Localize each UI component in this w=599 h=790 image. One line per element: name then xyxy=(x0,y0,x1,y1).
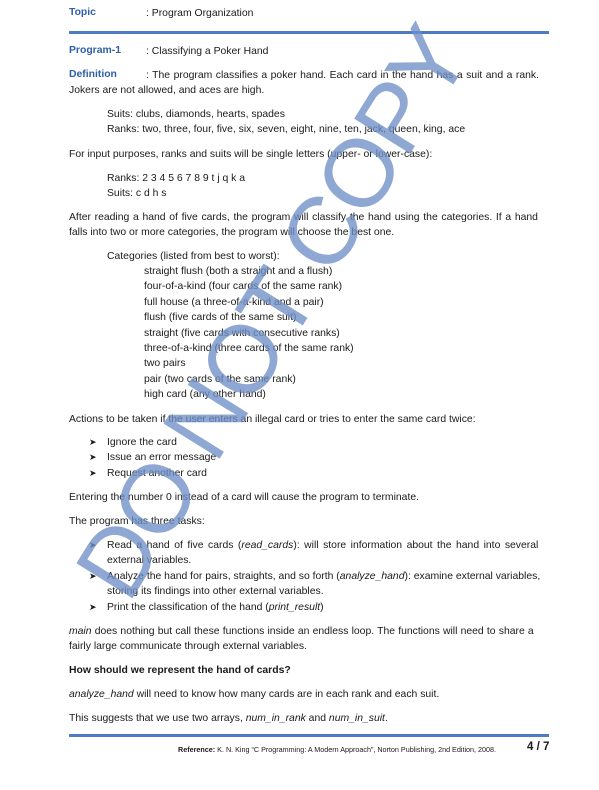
suits-words: Suits: clubs, diamonds, hearts, spades xyxy=(107,109,285,120)
arrow-bullet-icon: ➤ xyxy=(89,540,97,550)
topic-value: : Program Organization xyxy=(146,8,254,19)
program-value: : Classifying a Poker Hand xyxy=(146,46,269,57)
category-item: straight (five cards with consecutive ra… xyxy=(144,328,340,339)
ranks-words: Ranks: two, three, four, five, six, seve… xyxy=(107,124,466,135)
task-3-line-1: Print the classification of the hand (pr… xyxy=(107,602,324,613)
function-name: analyze_hand xyxy=(69,689,134,700)
program-label: Program-1 xyxy=(69,45,121,56)
arrow-bullet-icon: ➤ xyxy=(89,571,97,581)
task-1-line-1: Read a hand of five cards (read_cards): … xyxy=(107,540,539,551)
after-reading-line-2: falls into two or more categories, the p… xyxy=(69,227,395,238)
category-item: three-of-a-kind (three cards of the same… xyxy=(144,343,354,354)
reference-text: Reference: K. N. King “C Programming: A … xyxy=(178,745,497,754)
category-item: flush (five cards of the same suit) xyxy=(144,312,297,323)
definition-label: Definition xyxy=(69,69,117,80)
arrow-bullet-icon: ➤ xyxy=(89,468,97,478)
category-item: two pairs xyxy=(144,358,186,369)
category-item: straight flush (both a straight and a fl… xyxy=(144,266,333,277)
document-page: Topic : Program Organization Program-1 :… xyxy=(0,0,599,790)
question-heading: How should we represent the hand of card… xyxy=(69,665,291,676)
header-rule xyxy=(69,31,549,34)
category-item: full house (a three-of-a-kind and a pair… xyxy=(144,297,324,308)
arrow-bullet-icon: ➤ xyxy=(89,452,97,462)
terminate-text: Entering the number 0 instead of a card … xyxy=(69,492,420,503)
footer-rule xyxy=(69,734,549,737)
function-name: analyze_hand xyxy=(339,571,405,582)
arrays-para: This suggests that we use two arrays, nu… xyxy=(69,713,388,724)
page-number: 4 / 7 xyxy=(527,741,550,753)
topic-label: Topic xyxy=(69,7,96,18)
reference-label: Reference: xyxy=(178,745,216,754)
category-item: pair (two cards of the same rank) xyxy=(144,374,296,385)
task-1-line-2: external variables. xyxy=(107,555,192,566)
categories-heading: Categories (listed from best to worst): xyxy=(107,251,280,262)
function-name: read_cards xyxy=(241,540,294,551)
tasks-intro: The program has three tasks: xyxy=(69,516,205,527)
action-item: Request another card xyxy=(107,468,207,479)
suits-letters: Suits: c d h s xyxy=(107,188,167,199)
ranks-letters: Ranks: 2 3 4 5 6 7 8 9 t j q k a xyxy=(107,173,246,184)
arrow-bullet-icon: ➤ xyxy=(89,602,97,612)
category-item: four-of-a-kind (four cards of the same r… xyxy=(144,281,343,292)
task-2-line-1: Analyze the hand for pairs, straights, a… xyxy=(107,571,541,582)
action-item: Issue an error message xyxy=(107,452,217,463)
action-item: Ignore the card xyxy=(107,437,177,448)
category-item: high card (any other hand) xyxy=(144,389,266,400)
arrow-bullet-icon: ➤ xyxy=(89,437,97,447)
after-reading-line-1: After reading a hand of five cards, the … xyxy=(69,212,538,223)
task-2-line-2: storing its findings into other external… xyxy=(107,586,324,597)
definition-line-1: : The program classifies a poker hand. E… xyxy=(146,70,539,81)
main-para-line-2: fairly large communicate through externa… xyxy=(69,641,307,652)
definition-line-2: Jokers are not allowed, and aces are hig… xyxy=(69,85,265,96)
actions-intro: Actions to be taken if the user enters a… xyxy=(69,414,476,425)
input-intro: For input purposes, ranks and suits will… xyxy=(69,149,433,160)
variable-name: num_in_rank xyxy=(245,713,306,724)
analyze-para: analyze_hand will need to know how many … xyxy=(69,689,440,700)
function-name: main xyxy=(69,626,92,637)
variable-name: num_in_suit xyxy=(328,713,385,724)
function-name: print_result xyxy=(268,602,321,613)
main-para-line-1: main does nothing but call these functio… xyxy=(69,626,534,637)
